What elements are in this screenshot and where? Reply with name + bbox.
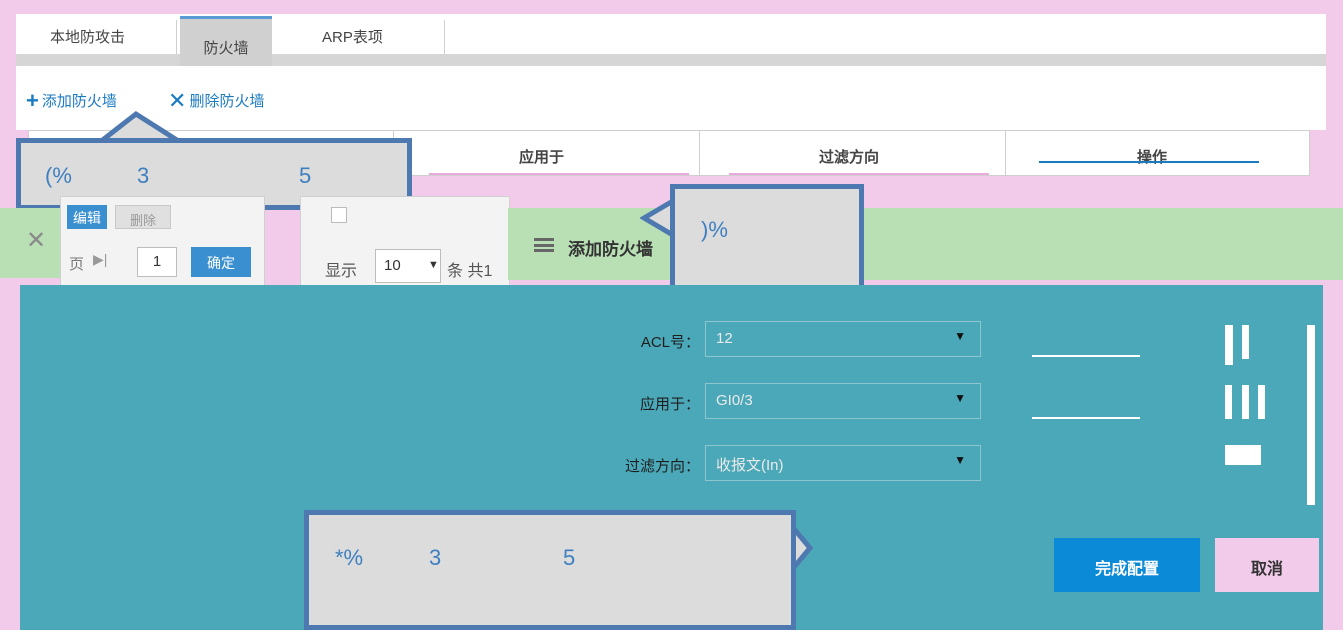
dialog-header: 添加防火墙 bbox=[508, 208, 1343, 280]
select-all-checkbox[interactable] bbox=[331, 207, 347, 223]
hamburger-icon bbox=[534, 238, 554, 252]
plus-icon: + bbox=[26, 87, 39, 113]
callout-text: 3 bbox=[429, 545, 442, 570]
decor-bar bbox=[1225, 385, 1232, 419]
page-size-select[interactable]: 10 ▼ bbox=[375, 249, 441, 283]
cancel-button[interactable]: 取消 bbox=[1215, 538, 1319, 592]
decor-line bbox=[1032, 417, 1140, 419]
triangle-down-icon: ▼ bbox=[954, 453, 966, 467]
direction-select[interactable]: 收报文(In) ▼ bbox=[705, 445, 981, 481]
next-page-icon[interactable]: ▶| bbox=[93, 251, 107, 268]
column-divider bbox=[1005, 131, 1006, 177]
list-panel-size: 显示 10 ▼ 条 共1 bbox=[300, 196, 510, 286]
callout-text: (% bbox=[45, 163, 72, 188]
decor-bar bbox=[1258, 385, 1265, 419]
column-divider bbox=[699, 131, 700, 177]
tab-divider bbox=[176, 20, 177, 54]
decor-line bbox=[1032, 355, 1140, 357]
acl-number-select[interactable]: 12 ▼ bbox=[705, 321, 981, 357]
header-underline bbox=[729, 173, 989, 175]
triangle-down-icon: ▼ bbox=[954, 329, 966, 343]
header-underline bbox=[1039, 161, 1259, 163]
decor-bar bbox=[1307, 325, 1315, 505]
callout-text: *% bbox=[335, 545, 364, 570]
decor-bar bbox=[1225, 325, 1233, 365]
show-label: 显示 bbox=[325, 263, 358, 280]
list-panel-pager: 编辑 删除 页 ▶| 1 确定 bbox=[60, 196, 265, 286]
close-icon[interactable]: ✕ bbox=[26, 226, 46, 255]
page-confirm-button[interactable]: 确定 bbox=[191, 247, 251, 277]
column-header-direction: 过滤方向 bbox=[819, 149, 880, 166]
delete-button[interactable]: 删除 bbox=[115, 205, 171, 229]
x-icon: ✕ bbox=[168, 87, 187, 113]
callout-annotation: *% 3 5 bbox=[304, 510, 796, 630]
triangle-down-icon: ▼ bbox=[954, 391, 966, 405]
callout-text: 3 bbox=[137, 163, 150, 188]
interface-select[interactable]: GI0/3 ▼ bbox=[705, 383, 981, 419]
header-underline bbox=[429, 173, 689, 175]
interface-value: GI0/3 bbox=[716, 392, 753, 409]
finish-config-button[interactable]: 完成配置 bbox=[1054, 538, 1200, 592]
column-header-actions: 操作 bbox=[1137, 149, 1168, 166]
acl-number-value: 12 bbox=[716, 330, 733, 347]
tab-arp-table[interactable]: ARP表项 bbox=[322, 26, 383, 47]
tab-divider bbox=[444, 20, 445, 54]
total-count-label: 条 共1 bbox=[447, 263, 493, 280]
acl-number-label: ACL号： bbox=[640, 334, 700, 351]
edit-button[interactable]: 编辑 bbox=[67, 205, 107, 229]
tab-firewall[interactable]: 防火墙 bbox=[180, 16, 272, 66]
tab-local-defense[interactable]: 本地防攻击 bbox=[50, 26, 125, 47]
callout-text: 5 bbox=[563, 545, 576, 570]
decor-bar bbox=[1225, 445, 1261, 465]
triangle-down-icon: ▼ bbox=[428, 259, 439, 271]
page-label: 页 bbox=[69, 256, 85, 273]
decor-bar bbox=[1242, 385, 1249, 419]
page-number-input[interactable]: 1 bbox=[137, 247, 177, 277]
callout-text: 5 bbox=[299, 163, 312, 188]
column-header-applied-to: 应用于 bbox=[519, 149, 565, 166]
direction-value: 收报文(In) bbox=[716, 457, 784, 474]
interface-label: 应用于： bbox=[639, 396, 700, 413]
callout-text: )% bbox=[701, 217, 728, 242]
page-size-value: 10 bbox=[384, 257, 401, 274]
dialog-close-bar: ✕ bbox=[0, 208, 60, 278]
decor-bar bbox=[1242, 325, 1249, 359]
tab-bar: 本地防攻击 防火墙 ARP表项 bbox=[16, 14, 1326, 66]
direction-label: 过滤方向： bbox=[624, 458, 700, 475]
